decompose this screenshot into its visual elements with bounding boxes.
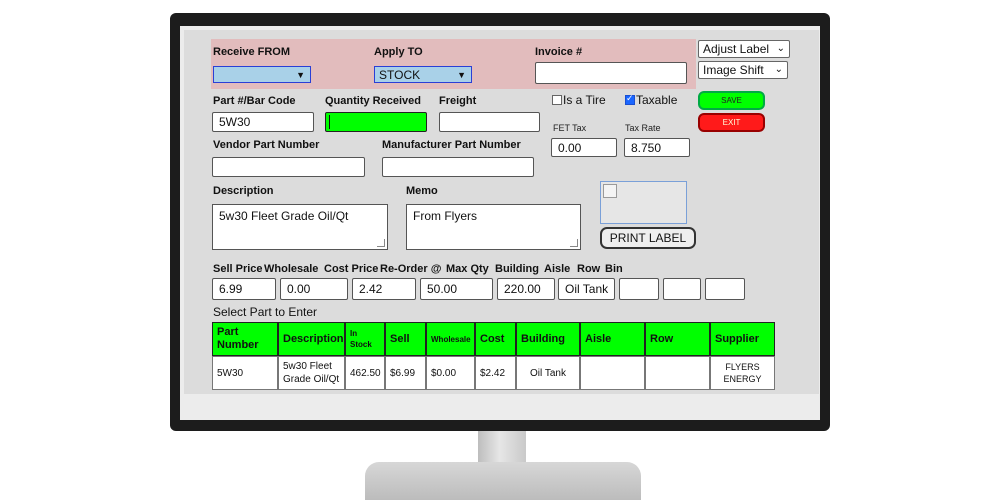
invoice-input[interactable] (535, 62, 687, 84)
row-label: Row (577, 263, 601, 275)
text-cursor (329, 115, 330, 129)
apply-to-label: Apply TO (374, 46, 423, 58)
table-cell-in-stock[interactable]: 462.50 (345, 356, 385, 390)
column-header-wholesale[interactable]: Wholesale (426, 322, 475, 356)
aisle-input[interactable] (619, 278, 659, 300)
max-qty-label: Max Qty (446, 263, 489, 275)
receive-from-select[interactable]: ▼ (213, 66, 311, 83)
resize-grip-icon[interactable] (570, 239, 578, 247)
column-header-cost[interactable]: Cost (475, 322, 516, 356)
reorder-label: Re-Order @ (380, 263, 442, 275)
taxable-checkbox[interactable] (625, 93, 635, 105)
cost-price-label: Cost Price (324, 263, 379, 275)
column-header-description[interactable]: Description (278, 322, 345, 356)
row-input[interactable] (663, 278, 701, 300)
print-label-button[interactable]: PRINT LABEL (600, 227, 696, 249)
table-cell-sell[interactable]: $6.99 (385, 356, 426, 390)
wholesale-input[interactable]: 0.00 (280, 278, 348, 300)
column-header-supplier[interactable]: Supplier (710, 322, 775, 356)
column-header-row[interactable]: Row (645, 322, 710, 356)
column-header-aisle[interactable]: Aisle (580, 322, 645, 356)
column-header-part-number[interactable]: Part Number (212, 322, 278, 356)
part-image (600, 181, 687, 224)
chevron-down-icon: ▼ (457, 70, 466, 80)
table-cell-row[interactable] (645, 356, 710, 390)
part-number-input[interactable]: 5W30 (212, 112, 314, 132)
quantity-received-input[interactable] (325, 112, 427, 132)
fet-tax-label: FET Tax (553, 123, 587, 133)
image-shift-select[interactable]: Image Shift ⌄ (698, 61, 788, 79)
wholesale-label: Wholesale (264, 263, 319, 275)
quantity-received-label: Quantity Received (325, 95, 421, 107)
sell-price-input[interactable]: 6.99 (212, 278, 276, 300)
part-number-label: Part #/Bar Code (213, 95, 296, 107)
table-cell-building[interactable]: Oil Tank (516, 356, 580, 390)
is-tire-label: Is a Tire (563, 93, 606, 107)
adjust-label-select[interactable]: Adjust Label ⌄ (698, 40, 790, 58)
broken-image-icon (603, 184, 617, 198)
taxable-label: Taxable (636, 93, 678, 107)
resize-grip-icon[interactable] (377, 239, 385, 247)
exit-button[interactable]: EXIT (698, 113, 765, 132)
building-label: Building (495, 263, 539, 275)
reorder-input[interactable]: 50.00 (420, 278, 493, 300)
vendor-part-number-label: Vendor Part Number (213, 139, 320, 151)
freight-label: Freight (439, 95, 477, 107)
column-header-sell[interactable]: Sell (385, 322, 426, 356)
max-qty-input[interactable]: 220.00 (497, 278, 555, 300)
table-cell-supplier[interactable]: FLYERS ENERGY (710, 356, 775, 390)
freight-input[interactable] (439, 112, 540, 132)
bin-input[interactable] (705, 278, 745, 300)
monitor-stand-base (365, 462, 641, 500)
fet-tax-input[interactable]: 0.00 (551, 138, 617, 157)
cost-price-input[interactable]: 2.42 (352, 278, 416, 300)
apply-to-value: STOCK (379, 68, 421, 82)
table-cell-aisle[interactable] (580, 356, 645, 390)
adjust-label-text: Adjust Label (703, 42, 770, 56)
aisle-label: Aisle (544, 263, 571, 275)
description-label: Description (213, 185, 274, 197)
chevron-down-icon: ▼ (296, 70, 305, 80)
apply-to-select[interactable]: STOCK ▼ (374, 66, 472, 83)
column-header-building[interactable]: Building (516, 322, 580, 356)
tax-rate-label: Tax Rate (625, 123, 661, 133)
building-input[interactable]: Oil Tank (558, 278, 615, 300)
receive-from-label: Receive FROM (213, 46, 291, 58)
table-cell-part-number[interactable]: 5W30 (212, 356, 278, 390)
chevron-down-icon: ⌄ (776, 43, 785, 54)
image-shift-text: Image Shift (703, 63, 764, 77)
column-header-in-stock[interactable]: In Stock (345, 322, 385, 356)
chevron-down-icon: ⌄ (774, 64, 783, 75)
save-button[interactable]: SAVE (698, 91, 765, 110)
memo-textarea[interactable]: From Flyers (406, 204, 581, 250)
manufacturer-part-number-input[interactable] (382, 157, 534, 177)
grid-caption: Select Part to Enter (213, 305, 318, 319)
vendor-part-number-input[interactable] (212, 157, 365, 177)
tax-rate-input[interactable]: 8.750 (624, 138, 690, 157)
table-cell-cost[interactable]: $2.42 (475, 356, 516, 390)
table-cell-wholesale[interactable]: $0.00 (426, 356, 475, 390)
bin-label: Bin (605, 263, 623, 275)
invoice-label: Invoice # (535, 46, 583, 58)
sell-price-label: Sell Price (213, 263, 263, 275)
memo-label: Memo (406, 185, 438, 197)
is-tire-checkbox[interactable] (552, 95, 562, 105)
description-textarea[interactable]: 5w30 Fleet Grade Oil/Qt (212, 204, 388, 250)
table-cell-description[interactable]: 5w30 Fleet Grade Oil/Qt (278, 356, 345, 390)
manufacturer-part-number-label: Manufacturer Part Number (382, 139, 521, 151)
